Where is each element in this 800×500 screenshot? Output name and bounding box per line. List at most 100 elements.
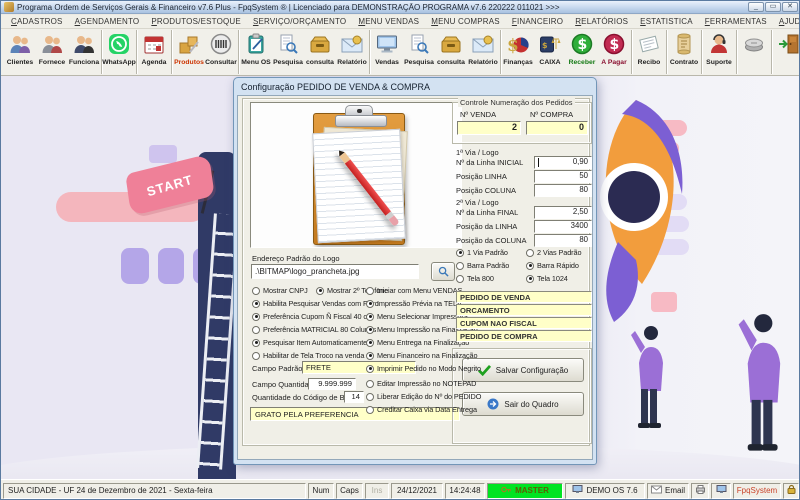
status-email[interactable]: Email xyxy=(647,483,689,499)
toolbar-group: Agenda xyxy=(137,30,172,74)
radio-checked-icon xyxy=(366,339,374,347)
option-imprimir-pedido-no-modo-negrito[interactable]: Imprimir Pedido no Modo Negrito xyxy=(366,364,481,373)
toolbar-contrato-button[interactable]: Contrato xyxy=(668,30,700,74)
radio-tela-800[interactable]: Tela 800 xyxy=(456,274,494,283)
status-time: 14:24:48 xyxy=(445,483,485,499)
toolbar-produtos-button[interactable]: Produtos xyxy=(173,30,205,74)
option-label: 2 Vias Padrão xyxy=(537,248,581,257)
option-pesquisar-item-automaticamente[interactable]: Pesquisar Item Automaticamente xyxy=(252,338,367,347)
toolbar-a-pagar-button[interactable]: $A Pagar xyxy=(598,30,630,74)
toolbar-recibo-button[interactable]: Recibo xyxy=(633,30,665,74)
radio-2-vias-padr-o[interactable]: 2 Vias Padrão xyxy=(526,248,581,257)
menu-relat-rios[interactable]: RELATÓRIOS xyxy=(569,16,634,27)
menu-label: MENU VENDAS xyxy=(358,17,419,26)
option-mostrar-cnpj[interactable]: Mostrar CNPJ xyxy=(252,286,308,295)
toolbar: ClientesForneceFuncionaWhatsAppAgendaPro… xyxy=(1,29,800,76)
option-menu-selecionar-impressora[interactable]: Menu Selecionar Impressora xyxy=(366,312,468,321)
field-input-n-da-linha-inicial[interactable]: 0,90 xyxy=(534,156,592,169)
doc-title-field-pedido-de-venda[interactable]: PEDIDO DE VENDA xyxy=(456,291,592,303)
doc-title-field-orcamento[interactable]: ORCAMENTO xyxy=(456,304,592,316)
dialog-title[interactable]: Configuração PEDIDO DE VENDA & COMPRA xyxy=(237,78,593,95)
toolbar-vendas-button[interactable]: Vendas xyxy=(371,30,403,74)
menu-estatistica[interactable]: ESTATISTICA xyxy=(634,16,699,27)
barcode-icon xyxy=(209,32,233,58)
toolbar-funciona-button[interactable]: Funciona xyxy=(68,30,100,74)
toolbar-relat-rio-button[interactable]: Relatório xyxy=(336,30,368,74)
toolbar-clientes-button[interactable]: Clientes xyxy=(4,30,36,74)
toolbar-coins-button[interactable] xyxy=(738,30,770,74)
menu-servi-o-or-amento[interactable]: SERVIÇO/ORÇAMENTO xyxy=(247,16,352,27)
field-input-posi-o-linha[interactable]: 50 xyxy=(534,170,592,183)
toolbar-consulta-button[interactable]: consulta xyxy=(304,30,336,74)
radio-tela-1024[interactable]: Tela 1024 xyxy=(526,274,568,283)
toolbar-finan-as-button[interactable]: $Finanças xyxy=(502,30,534,74)
toolbar-exit-door-button[interactable] xyxy=(773,30,800,74)
maximize-button[interactable]: ▭ xyxy=(765,2,781,12)
field-input-posi-o-da-coluna[interactable]: 80 xyxy=(534,234,592,247)
status-version: DEMO OS 7.6 xyxy=(565,483,645,499)
lock-status-icon[interactable] xyxy=(783,483,799,499)
option-prefer-ncia-matricial-80-colunas[interactable]: Preferência MATRICIAL 80 Colunas xyxy=(252,325,376,334)
radio-barra-r-pido[interactable]: Barra Rápido xyxy=(526,261,579,270)
toolbar-relat-rio-button[interactable]: Relatório xyxy=(467,30,499,74)
radio-checked-icon xyxy=(366,300,374,308)
option-habilita-pesquisar-vendas-com-filtro[interactable]: Habilita Pesquisar Vendas com Filtro xyxy=(252,299,379,308)
toolbar-button-label: Pesquisa xyxy=(273,59,303,66)
toolbar-menu-os-button[interactable]: Menu OS xyxy=(240,30,272,74)
radio-unchecked-icon xyxy=(526,249,534,257)
menu-produtos-estoque[interactable]: PRODUTOS/ESTOQUE xyxy=(145,16,247,27)
toolbar-pesquisa-button[interactable]: Pesquisa xyxy=(403,30,435,74)
save-config-label: Salvar Configuração xyxy=(496,366,568,375)
toolbar-whatsapp-button[interactable]: WhatsApp xyxy=(103,30,135,74)
radio-unchecked-icon xyxy=(366,287,374,295)
menu-menu-vendas[interactable]: MENU VENDAS xyxy=(352,16,425,27)
arrow-circle-icon xyxy=(487,398,499,410)
minimize-button[interactable]: _ xyxy=(748,2,764,12)
menu-agendamento[interactable]: AGENDAMENTO xyxy=(69,16,146,27)
option-creditar-caixa-via-data-entrega[interactable]: Creditar Caixa via Data Entrega xyxy=(366,405,477,414)
radio-barra-padr-o[interactable]: Barra Padrão xyxy=(456,261,509,270)
printer-status-icon[interactable] xyxy=(691,483,709,499)
clipboard-clip xyxy=(335,115,387,127)
option-editar-impress-o-no-notepad[interactable]: Editar Impressão no NOTEPAD xyxy=(366,379,476,388)
toolbar-receber-button[interactable]: $Receber xyxy=(566,30,598,74)
option-habilitar-de-tela-troco-na-venda[interactable]: Habilitar de Tela Troco na venda xyxy=(252,351,364,360)
option-label: Impressão Prévia na TELA xyxy=(377,299,462,308)
menu-menu-compras[interactable]: MENU COMPRAS xyxy=(425,16,506,27)
option-liberar-edi-o-do-n-do-pedido[interactable]: Liberar Edição do Nº do PEDIDO xyxy=(366,392,481,401)
status-text: DEMO OS 7.6 xyxy=(586,486,637,495)
field-input-n-da-linha-final[interactable]: 2,50 xyxy=(534,206,592,219)
option-menu-financeiro-na-finaliza-o[interactable]: Menu Financeiro na Finalização xyxy=(366,351,477,360)
field-input-posi-o-da-linha[interactable]: 3400 xyxy=(534,220,592,233)
option-iniciar-com-menu-vendas[interactable]: Iniciar com Menu VENDAS xyxy=(366,286,462,295)
option-menu-entrega-na-finaliza-o[interactable]: Menu Entrega na Finalização xyxy=(366,338,469,347)
logo-search-button[interactable] xyxy=(431,262,455,281)
doc-title-field-cupom-nao-fiscal[interactable]: CUPOM NAO FISCAL xyxy=(456,317,592,329)
compra-number-field[interactable]: 0 xyxy=(526,121,588,135)
doc-title-field-pedido-de-compra[interactable]: PEDIDO DE COMPRA xyxy=(456,330,592,342)
toolbar-button-label: Finanças xyxy=(503,59,532,66)
toolbar-caixa-button[interactable]: $CAIXA xyxy=(534,30,566,74)
radio-1-via-padr-o[interactable]: 1 Via Padrão xyxy=(456,248,508,257)
toolbar-pesquisa-button[interactable]: Pesquisa xyxy=(272,30,304,74)
menu-ajuda[interactable]: AJUDA xyxy=(773,16,800,27)
venda-number-field[interactable]: 2 xyxy=(457,121,521,135)
option-impress-o-pr-via-na-tela[interactable]: Impressão Prévia na TELA xyxy=(366,299,462,308)
toolbar-group: Suporte xyxy=(702,30,737,74)
network-status-icon[interactable] xyxy=(711,483,731,499)
campo-quantidade-input[interactable]: 9.999.999 xyxy=(308,378,356,390)
field-input-posi-o-coluna[interactable]: 80 xyxy=(534,184,592,197)
toolbar-consultar-button[interactable]: Consultar xyxy=(205,30,237,74)
logo-path-input[interactable]: .\BITMAP\logo_prancheta.jpg xyxy=(251,264,419,279)
toolbar-agenda-button[interactable]: Agenda xyxy=(138,30,170,74)
status-text: FpqSystem xyxy=(737,486,777,495)
codigo-barras-input[interactable]: 14 xyxy=(344,391,364,403)
menu-cadastros[interactable]: CADASTROS xyxy=(5,16,69,27)
toolbar-consulta-button[interactable]: consulta xyxy=(435,30,467,74)
menu-financeiro[interactable]: FINANCEIRO xyxy=(506,16,569,27)
toolbar-suporte-button[interactable]: Suporte xyxy=(703,30,735,74)
menu-ferramentas[interactable]: FERRAMENTAS xyxy=(699,16,773,27)
option-prefer-ncia-cupom-fiscal-40-col[interactable]: Preferência Cupom Ñ Fiscal 40 col xyxy=(252,312,372,321)
toolbar-fornece-button[interactable]: Fornece xyxy=(36,30,68,74)
close-button[interactable]: ✕ xyxy=(782,2,798,12)
